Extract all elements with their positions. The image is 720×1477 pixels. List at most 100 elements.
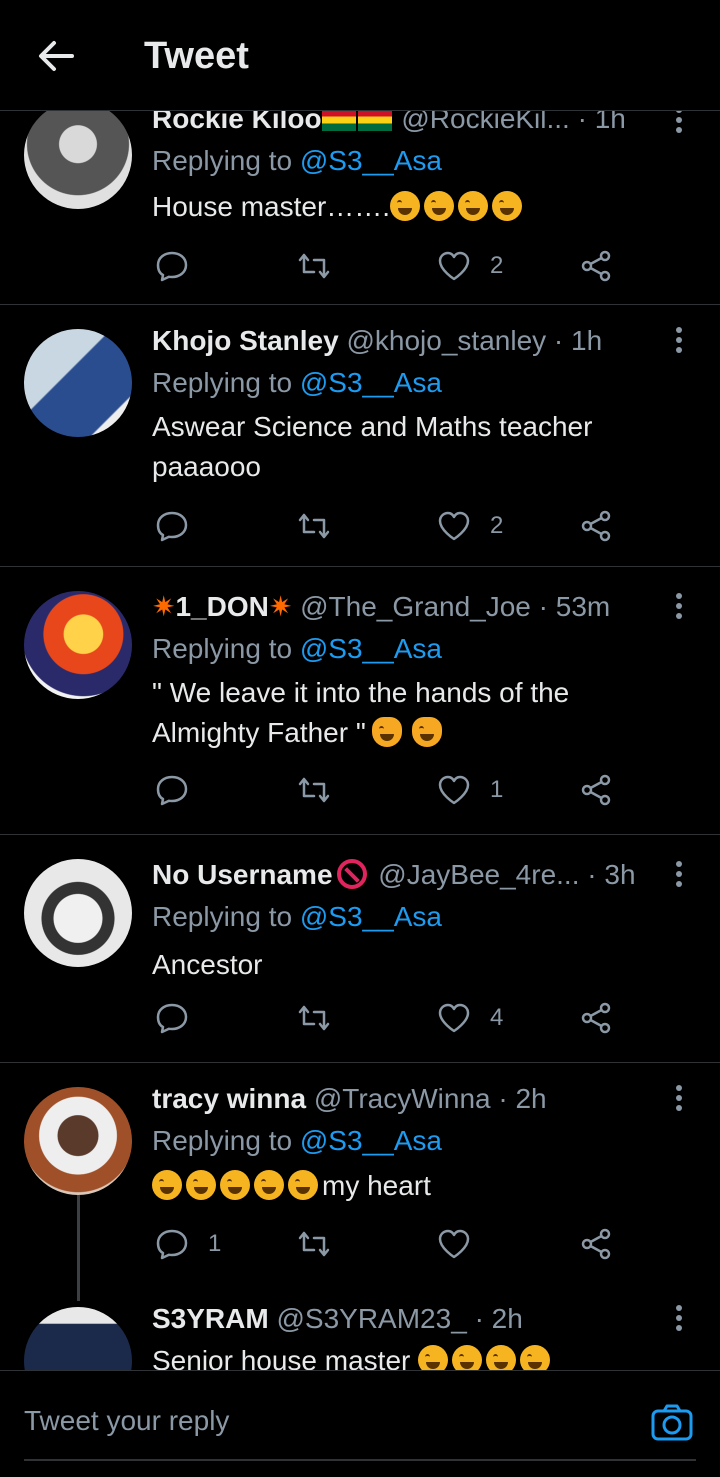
avatar[interactable] [24,591,132,699]
avatar[interactable] [24,1087,132,1195]
like-button[interactable]: 4 [436,1000,503,1036]
more-options-icon[interactable] [664,859,694,889]
mention-link[interactable]: @S3__Asa [300,901,442,932]
like-button[interactable]: 1 [436,772,503,808]
rofl-emoji [390,191,421,221]
more-options-icon[interactable] [664,111,694,135]
retweet-icon [298,1005,330,1031]
replying-to: Replying to @S3__Asa [152,367,442,398]
rofl-emoji [492,191,523,221]
reply-tweet[interactable]: No Username @JayBee_4re... · 3h Replying… [0,835,720,1063]
more-options-icon[interactable] [664,325,694,355]
retweet-button[interactable] [296,508,332,544]
user-handle: @S3YRAM23_ [276,1303,467,1334]
top-bar: Tweet [0,0,720,111]
avatar[interactable] [24,111,132,209]
retweet-icon [298,513,330,539]
more-options-icon[interactable] [664,591,694,621]
display-name[interactable]: Khojo Stanley [152,325,339,356]
reply-tweet[interactable]: Rockie Kiloo @RockieKil... · 1h Replying… [0,111,720,305]
joy-emoji [486,1345,517,1370]
timestamp: · 1h [553,325,603,356]
reply-button[interactable] [154,248,190,284]
replying-to: Replying to @S3__Asa [152,145,442,176]
reply-icon [156,1229,188,1260]
retweet-button[interactable] [296,772,332,808]
like-count: 4 [490,1004,504,1031]
mention-link[interactable]: @S3__Asa [300,367,442,398]
retweet-button[interactable] [296,1226,332,1262]
reply-input[interactable]: Tweet your reply [24,1401,229,1441]
like-button[interactable]: 2 [436,248,503,284]
share-button[interactable] [578,772,614,808]
reply-tweet[interactable]: S3YRAM @S3YRAM23_ · 2h Senior house mast… [0,1289,720,1370]
reply-button[interactable]: 1 [154,1226,221,1262]
reply-icon [156,775,188,806]
thread-connector [77,1195,80,1301]
like-button[interactable]: 2 [436,508,503,544]
reply-count: 1 [208,1230,222,1257]
reply-button[interactable] [154,1000,190,1036]
mention-link[interactable]: @S3__Asa [300,145,442,176]
mention-link[interactable]: @S3__Asa [300,1125,442,1156]
share-icon [581,510,611,542]
like-button[interactable] [436,1226,472,1262]
tweet-text: " We leave it into the hands of the Almi… [152,677,570,748]
share-button[interactable] [578,508,614,544]
user-handle: @JayBee_4re... [378,859,580,890]
reply-compose-bar: Tweet your reply [0,1370,720,1477]
rofl-emoji [458,191,489,221]
avatar[interactable] [24,329,132,437]
timestamp: · 3h [587,859,636,890]
more-options-icon[interactable] [664,1303,694,1333]
ghana-flag-emoji [357,111,392,131]
star-emoji: ✷ [152,591,176,622]
heart-icon [438,1229,470,1259]
reply-button[interactable] [154,508,190,544]
reply-button[interactable] [154,772,190,808]
reply-tweet[interactable]: ✷1_DON✷ @The_Grand_Joe · 53m Replying to… [0,567,720,835]
retweet-icon [298,1231,330,1257]
retweet-button[interactable] [296,248,332,284]
star-emoji: ✷ [268,591,293,622]
share-icon [581,250,611,282]
reply-tweet[interactable]: tracy winna @TracyWinna · 2h Replying to… [0,1063,720,1301]
user-handle: @The_Grand_Joe [300,591,531,622]
tweet-text: my heart [152,1166,652,1206]
heart-icon [438,775,470,805]
mention-link[interactable]: @S3__Asa [300,633,442,664]
rofl-emoji [220,1170,250,1200]
back-arrow-icon[interactable] [34,34,78,78]
like-count: 2 [490,252,504,279]
display-name[interactable]: ✷1_DON✷ [152,591,292,622]
ghana-flag-emoji [321,111,356,131]
reply-tweet[interactable]: Khojo Stanley @khojo_stanley · 1h Replyi… [0,305,720,567]
joy-emoji [520,1345,551,1370]
retweet-button[interactable] [296,1000,332,1036]
more-options-icon[interactable] [664,1083,694,1113]
tweet-text: House master……. [152,187,652,227]
timestamp: · 2h [498,1083,547,1114]
heart-icon [438,511,470,541]
share-icon [581,1228,611,1260]
share-button[interactable] [578,248,614,284]
page-title: Tweet [144,35,249,77]
display-name[interactable]: No Username [152,859,333,890]
tweet-text: Ancestor [152,949,263,980]
avatar[interactable] [24,1307,132,1370]
rofl-emoji [424,191,455,221]
joy-emoji [288,1170,318,1200]
share-button[interactable] [578,1226,614,1262]
avatar[interactable] [24,859,132,967]
tweet-text: Senior house master [152,1341,652,1370]
timestamp: · 1h [577,111,626,134]
user-handle: @TracyWinna [313,1083,491,1114]
timestamp: · 2h [474,1303,523,1334]
replying-to: Replying to @S3__Asa [152,633,442,664]
display-name[interactable]: tracy winna [152,1083,306,1114]
display-name[interactable]: S3YRAM [152,1303,269,1334]
joy-emoji [418,1345,449,1370]
display-name[interactable]: Rockie Kiloo [152,111,322,134]
share-button[interactable] [578,1000,614,1036]
camera-icon[interactable] [650,1401,694,1445]
